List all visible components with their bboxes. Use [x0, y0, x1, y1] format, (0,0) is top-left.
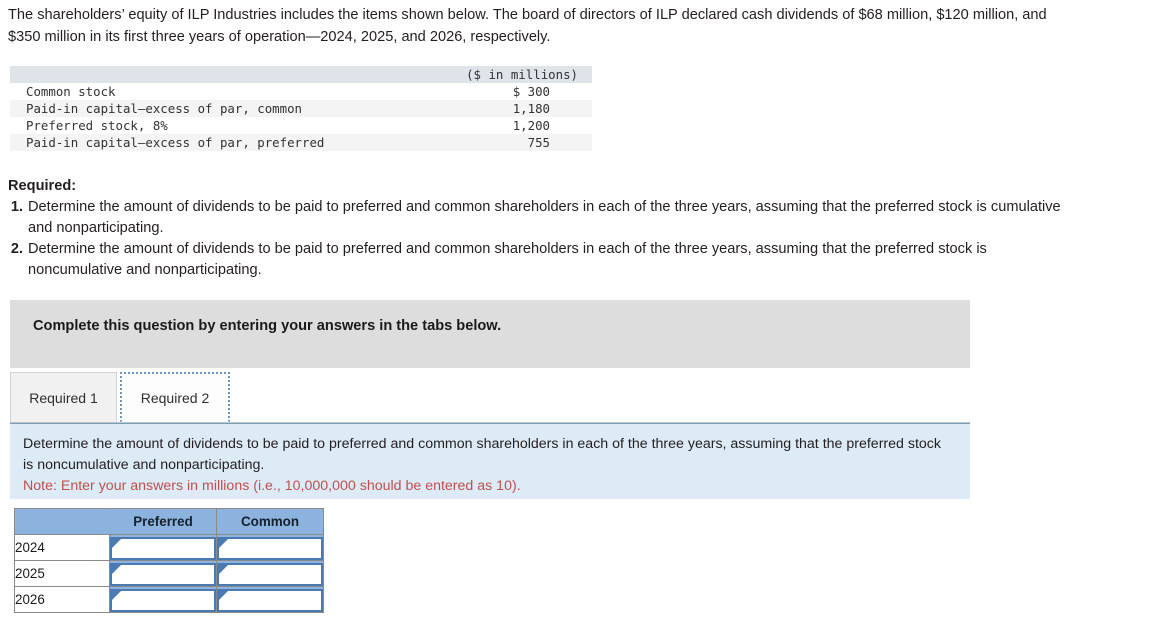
tab-required-2[interactable]: Required 2: [120, 372, 230, 422]
answer-cell-2026-preferred[interactable]: [109, 586, 217, 613]
required-heading: Required:: [8, 178, 77, 194]
equity-row-label: Preferred stock, 8%: [26, 118, 168, 133]
equity-row-value: 1,200: [512, 118, 550, 133]
table-row: Paid-in capital—excess of par, preferred…: [10, 134, 592, 151]
input-2026-common[interactable]: [217, 589, 323, 612]
required-item-number: 1.: [10, 199, 23, 215]
answer-cell-2025-preferred[interactable]: [109, 560, 217, 587]
required-item-text: Determine the amount of dividends to be …: [28, 199, 1061, 236]
required-section: Required: 1. Determine the amount of div…: [8, 176, 1078, 280]
instruction-panel: Determine the amount of dividends to be …: [10, 423, 970, 499]
instruction-body: Determine the amount of dividends to be …: [23, 436, 941, 473]
list-item: 2. Determine the amount of dividends to …: [8, 239, 1078, 280]
tab-required-2-label: Required 2: [140, 389, 210, 406]
answer-grid-year-2025: 2025: [14, 560, 110, 587]
equity-row-label: Paid-in capital—excess of par, common: [26, 101, 303, 116]
answer-grid-header-common: Common: [216, 508, 324, 535]
answer-grid-year-2024: 2024: [14, 534, 110, 561]
input-2026-preferred[interactable]: [110, 589, 216, 612]
complete-question-banner: Complete this question by entering your …: [10, 300, 970, 368]
equity-row-value: 1,180: [512, 101, 550, 116]
tab-required-1-label: Required 1: [29, 389, 98, 406]
equity-header-label: [10, 66, 426, 83]
input-2025-preferred[interactable]: [110, 563, 216, 586]
input-2025-common[interactable]: [217, 563, 323, 586]
answer-cell-2026-common[interactable]: [216, 586, 324, 613]
equity-row-value: $ 300: [512, 84, 550, 99]
complete-question-banner-text: Complete this question by entering your …: [33, 318, 502, 334]
instruction-note: Note: Enter your answers in millions (i.…: [23, 478, 521, 494]
required-item-number: 2.: [10, 241, 23, 257]
intro-paragraph: The shareholders’ equity of ILP Industri…: [8, 7, 1047, 45]
table-row: Preferred stock, 8% 1,200: [10, 117, 592, 134]
table-row: Paid-in capital—excess of par, common 1,…: [10, 100, 592, 117]
equity-items-table: ($ in millions) Common stock $ 300 Paid-…: [10, 66, 592, 151]
input-2024-preferred[interactable]: [110, 537, 216, 560]
answer-cell-2025-common[interactable]: [216, 560, 324, 587]
equity-table-header-row: ($ in millions): [10, 66, 592, 83]
answer-grid-header-row: Preferred Common: [14, 508, 324, 535]
answer-input-table: Preferred Common 2024 2025 2026: [14, 508, 324, 613]
tab-required-1[interactable]: Required 1: [10, 372, 117, 422]
equity-row-label: Paid-in capital—excess of par, preferred: [26, 135, 325, 150]
input-2024-common[interactable]: [217, 537, 323, 560]
equity-row-value: 755: [527, 135, 550, 150]
table-row: 2026: [14, 586, 324, 613]
answer-grid-year-2026: 2026: [14, 586, 110, 613]
table-row: Common stock $ 300: [10, 83, 592, 100]
answer-grid-corner-header: [14, 508, 110, 535]
table-row: 2024: [14, 534, 324, 561]
table-row: 2025: [14, 560, 324, 587]
equity-header-units: ($ in millions): [466, 67, 578, 82]
required-item-text: Determine the amount of dividends to be …: [28, 241, 987, 278]
requirement-tabs: Required 1 Required 2: [10, 372, 970, 423]
answer-grid-header-preferred: Preferred: [109, 508, 217, 535]
answer-cell-2024-common[interactable]: [216, 534, 324, 561]
list-item: 1. Determine the amount of dividends to …: [8, 197, 1078, 238]
instruction-panel-body-wrap: Determine the amount of dividends to be …: [23, 434, 951, 497]
answer-cell-2024-preferred[interactable]: [109, 534, 217, 561]
equity-row-label: Common stock: [26, 84, 116, 99]
